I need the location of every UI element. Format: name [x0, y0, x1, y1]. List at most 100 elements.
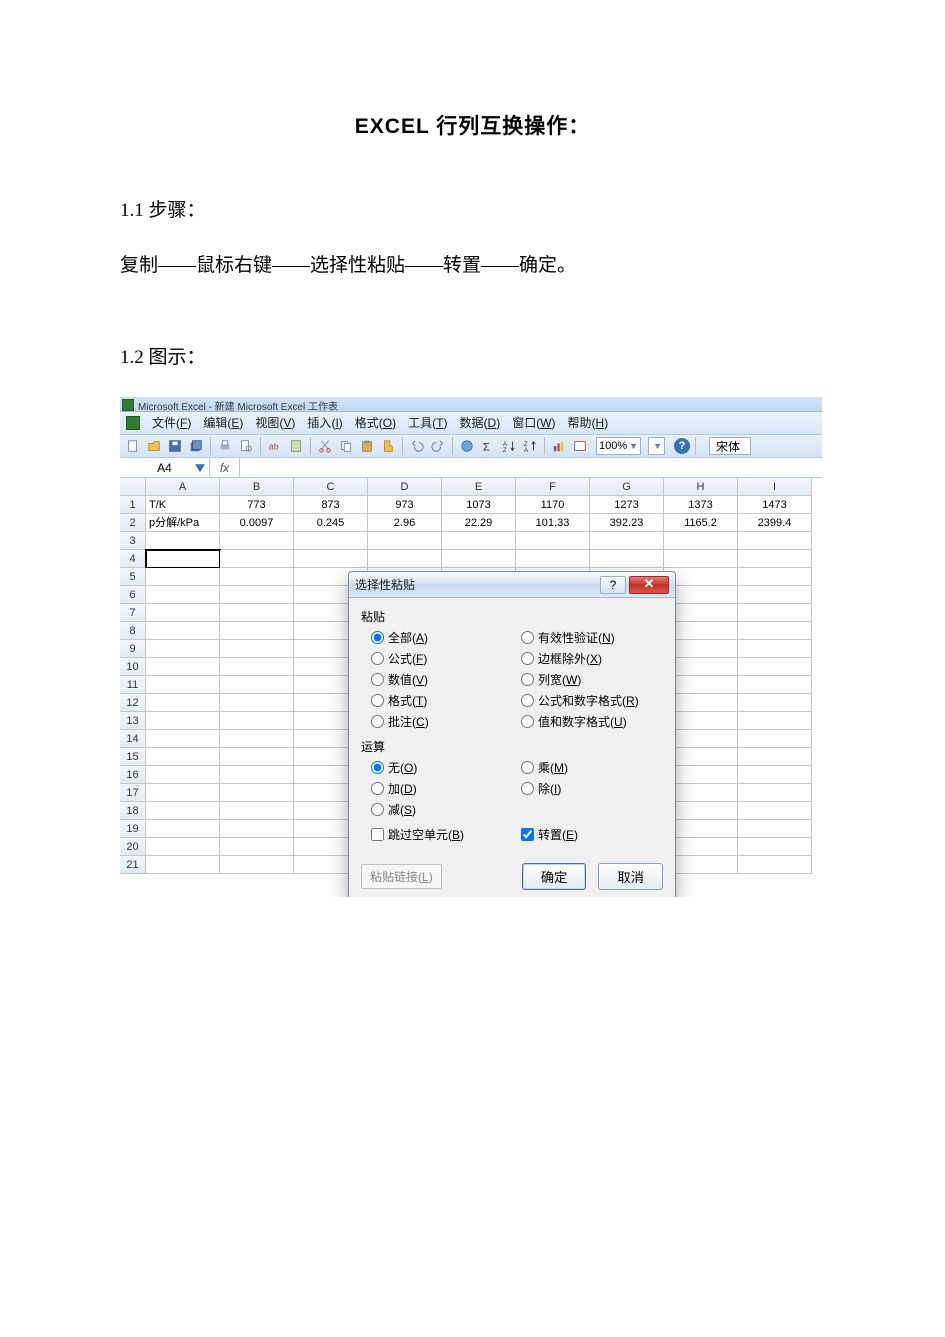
- cell[interactable]: [664, 532, 738, 550]
- cell[interactable]: [220, 712, 294, 730]
- cell[interactable]: T/K: [146, 496, 220, 514]
- cell[interactable]: [516, 550, 590, 568]
- cell[interactable]: 1373: [664, 496, 738, 514]
- cell[interactable]: [738, 784, 812, 802]
- paste-valnum-radio[interactable]: 值和数字格式(U): [521, 713, 663, 730]
- menu-file[interactable]: 文件(F): [152, 414, 191, 431]
- paste-fmtnum-radio[interactable]: 公式和数字格式(R): [521, 692, 663, 709]
- paste-icon[interactable]: [358, 437, 376, 455]
- cell[interactable]: [220, 550, 294, 568]
- cell[interactable]: [738, 640, 812, 658]
- cell[interactable]: 873: [294, 496, 368, 514]
- cell[interactable]: [220, 658, 294, 676]
- cell[interactable]: [146, 640, 220, 658]
- radio-input[interactable]: [521, 673, 534, 686]
- row-header[interactable]: 4: [120, 550, 146, 568]
- row-header[interactable]: 18: [120, 802, 146, 820]
- row-header[interactable]: 10: [120, 658, 146, 676]
- menu-format[interactable]: 格式(O): [355, 414, 396, 431]
- row-header[interactable]: 6: [120, 586, 146, 604]
- row-header[interactable]: 8: [120, 622, 146, 640]
- cell[interactable]: [368, 550, 442, 568]
- row-header[interactable]: 16: [120, 766, 146, 784]
- row-header[interactable]: 15: [120, 748, 146, 766]
- paste-colwidth-radio[interactable]: 列宽(W): [521, 671, 663, 688]
- toolbar-more-icon[interactable]: ▼: [648, 437, 665, 455]
- cell[interactable]: [220, 694, 294, 712]
- fx-label[interactable]: fx: [210, 458, 240, 477]
- cell[interactable]: [738, 604, 812, 622]
- cell[interactable]: [146, 838, 220, 856]
- open-icon[interactable]: [145, 437, 163, 455]
- row-header[interactable]: 9: [120, 640, 146, 658]
- cell[interactable]: 22.29: [442, 514, 516, 532]
- cell[interactable]: [146, 532, 220, 550]
- row-header[interactable]: 11: [120, 676, 146, 694]
- row-header[interactable]: 17: [120, 784, 146, 802]
- name-box[interactable]: A4: [120, 458, 210, 477]
- dialog-close-button[interactable]: ✕: [629, 576, 669, 594]
- dialog-help-button[interactable]: ?: [600, 576, 626, 594]
- radio-input[interactable]: [371, 631, 384, 644]
- cell[interactable]: [516, 532, 590, 550]
- skip-blanks-checkbox[interactable]: 跳过空单元(B): [371, 826, 513, 843]
- cell[interactable]: [220, 802, 294, 820]
- zoom-input[interactable]: 100% ▼: [596, 437, 641, 455]
- cell[interactable]: [738, 838, 812, 856]
- cell[interactable]: [146, 730, 220, 748]
- sort-desc-icon[interactable]: ZA: [521, 437, 539, 455]
- paste-validation-radio[interactable]: 有效性验证(N): [521, 629, 663, 646]
- cell[interactable]: 1073: [442, 496, 516, 514]
- radio-input[interactable]: [521, 694, 534, 707]
- cell[interactable]: [146, 820, 220, 838]
- preview-icon[interactable]: [237, 437, 255, 455]
- cell[interactable]: p分解/kPa: [146, 514, 220, 532]
- cell[interactable]: 101.33: [516, 514, 590, 532]
- radio-input[interactable]: [371, 761, 384, 774]
- paste-formulas-radio[interactable]: 公式(F): [371, 650, 513, 667]
- select-all-corner[interactable]: [120, 478, 146, 496]
- row-header[interactable]: 21: [120, 856, 146, 874]
- cell[interactable]: [220, 856, 294, 874]
- cell[interactable]: [220, 838, 294, 856]
- menu-edit[interactable]: 编辑(E): [203, 414, 243, 431]
- cell[interactable]: [146, 658, 220, 676]
- cell[interactable]: [146, 748, 220, 766]
- cell[interactable]: [738, 532, 812, 550]
- cell[interactable]: [146, 856, 220, 874]
- menu-data[interactable]: 数据(D): [460, 414, 501, 431]
- cell[interactable]: [146, 694, 220, 712]
- spellcheck-icon[interactable]: ab: [266, 437, 284, 455]
- cell[interactable]: [220, 568, 294, 586]
- radio-input[interactable]: [521, 631, 534, 644]
- cell[interactable]: 1273: [590, 496, 664, 514]
- checkbox-input[interactable]: [371, 828, 384, 841]
- cell[interactable]: [146, 766, 220, 784]
- op-mul-radio[interactable]: 乘(M): [521, 759, 663, 776]
- cell[interactable]: [590, 550, 664, 568]
- radio-input[interactable]: [521, 761, 534, 774]
- cell[interactable]: [220, 676, 294, 694]
- column-header[interactable]: E: [442, 478, 516, 496]
- cell[interactable]: [738, 820, 812, 838]
- cell[interactable]: [220, 730, 294, 748]
- cell[interactable]: [738, 568, 812, 586]
- cell[interactable]: [146, 568, 220, 586]
- undo-icon[interactable]: [408, 437, 426, 455]
- row-header[interactable]: 13: [120, 712, 146, 730]
- radio-input[interactable]: [371, 715, 384, 728]
- op-add-radio[interactable]: 加(D): [371, 780, 513, 797]
- cell[interactable]: 0.0097: [220, 514, 294, 532]
- research-icon[interactable]: [287, 437, 305, 455]
- row-header[interactable]: 2: [120, 514, 146, 532]
- cell[interactable]: [294, 550, 368, 568]
- column-header[interactable]: G: [590, 478, 664, 496]
- autosum-icon[interactable]: Σ: [479, 437, 497, 455]
- cell[interactable]: 1165.2: [664, 514, 738, 532]
- sort-asc-icon[interactable]: AZ: [500, 437, 518, 455]
- row-header[interactable]: 20: [120, 838, 146, 856]
- formula-input[interactable]: [240, 458, 822, 477]
- cell[interactable]: 2399.4: [738, 514, 812, 532]
- cell[interactable]: [738, 658, 812, 676]
- column-header[interactable]: I: [738, 478, 812, 496]
